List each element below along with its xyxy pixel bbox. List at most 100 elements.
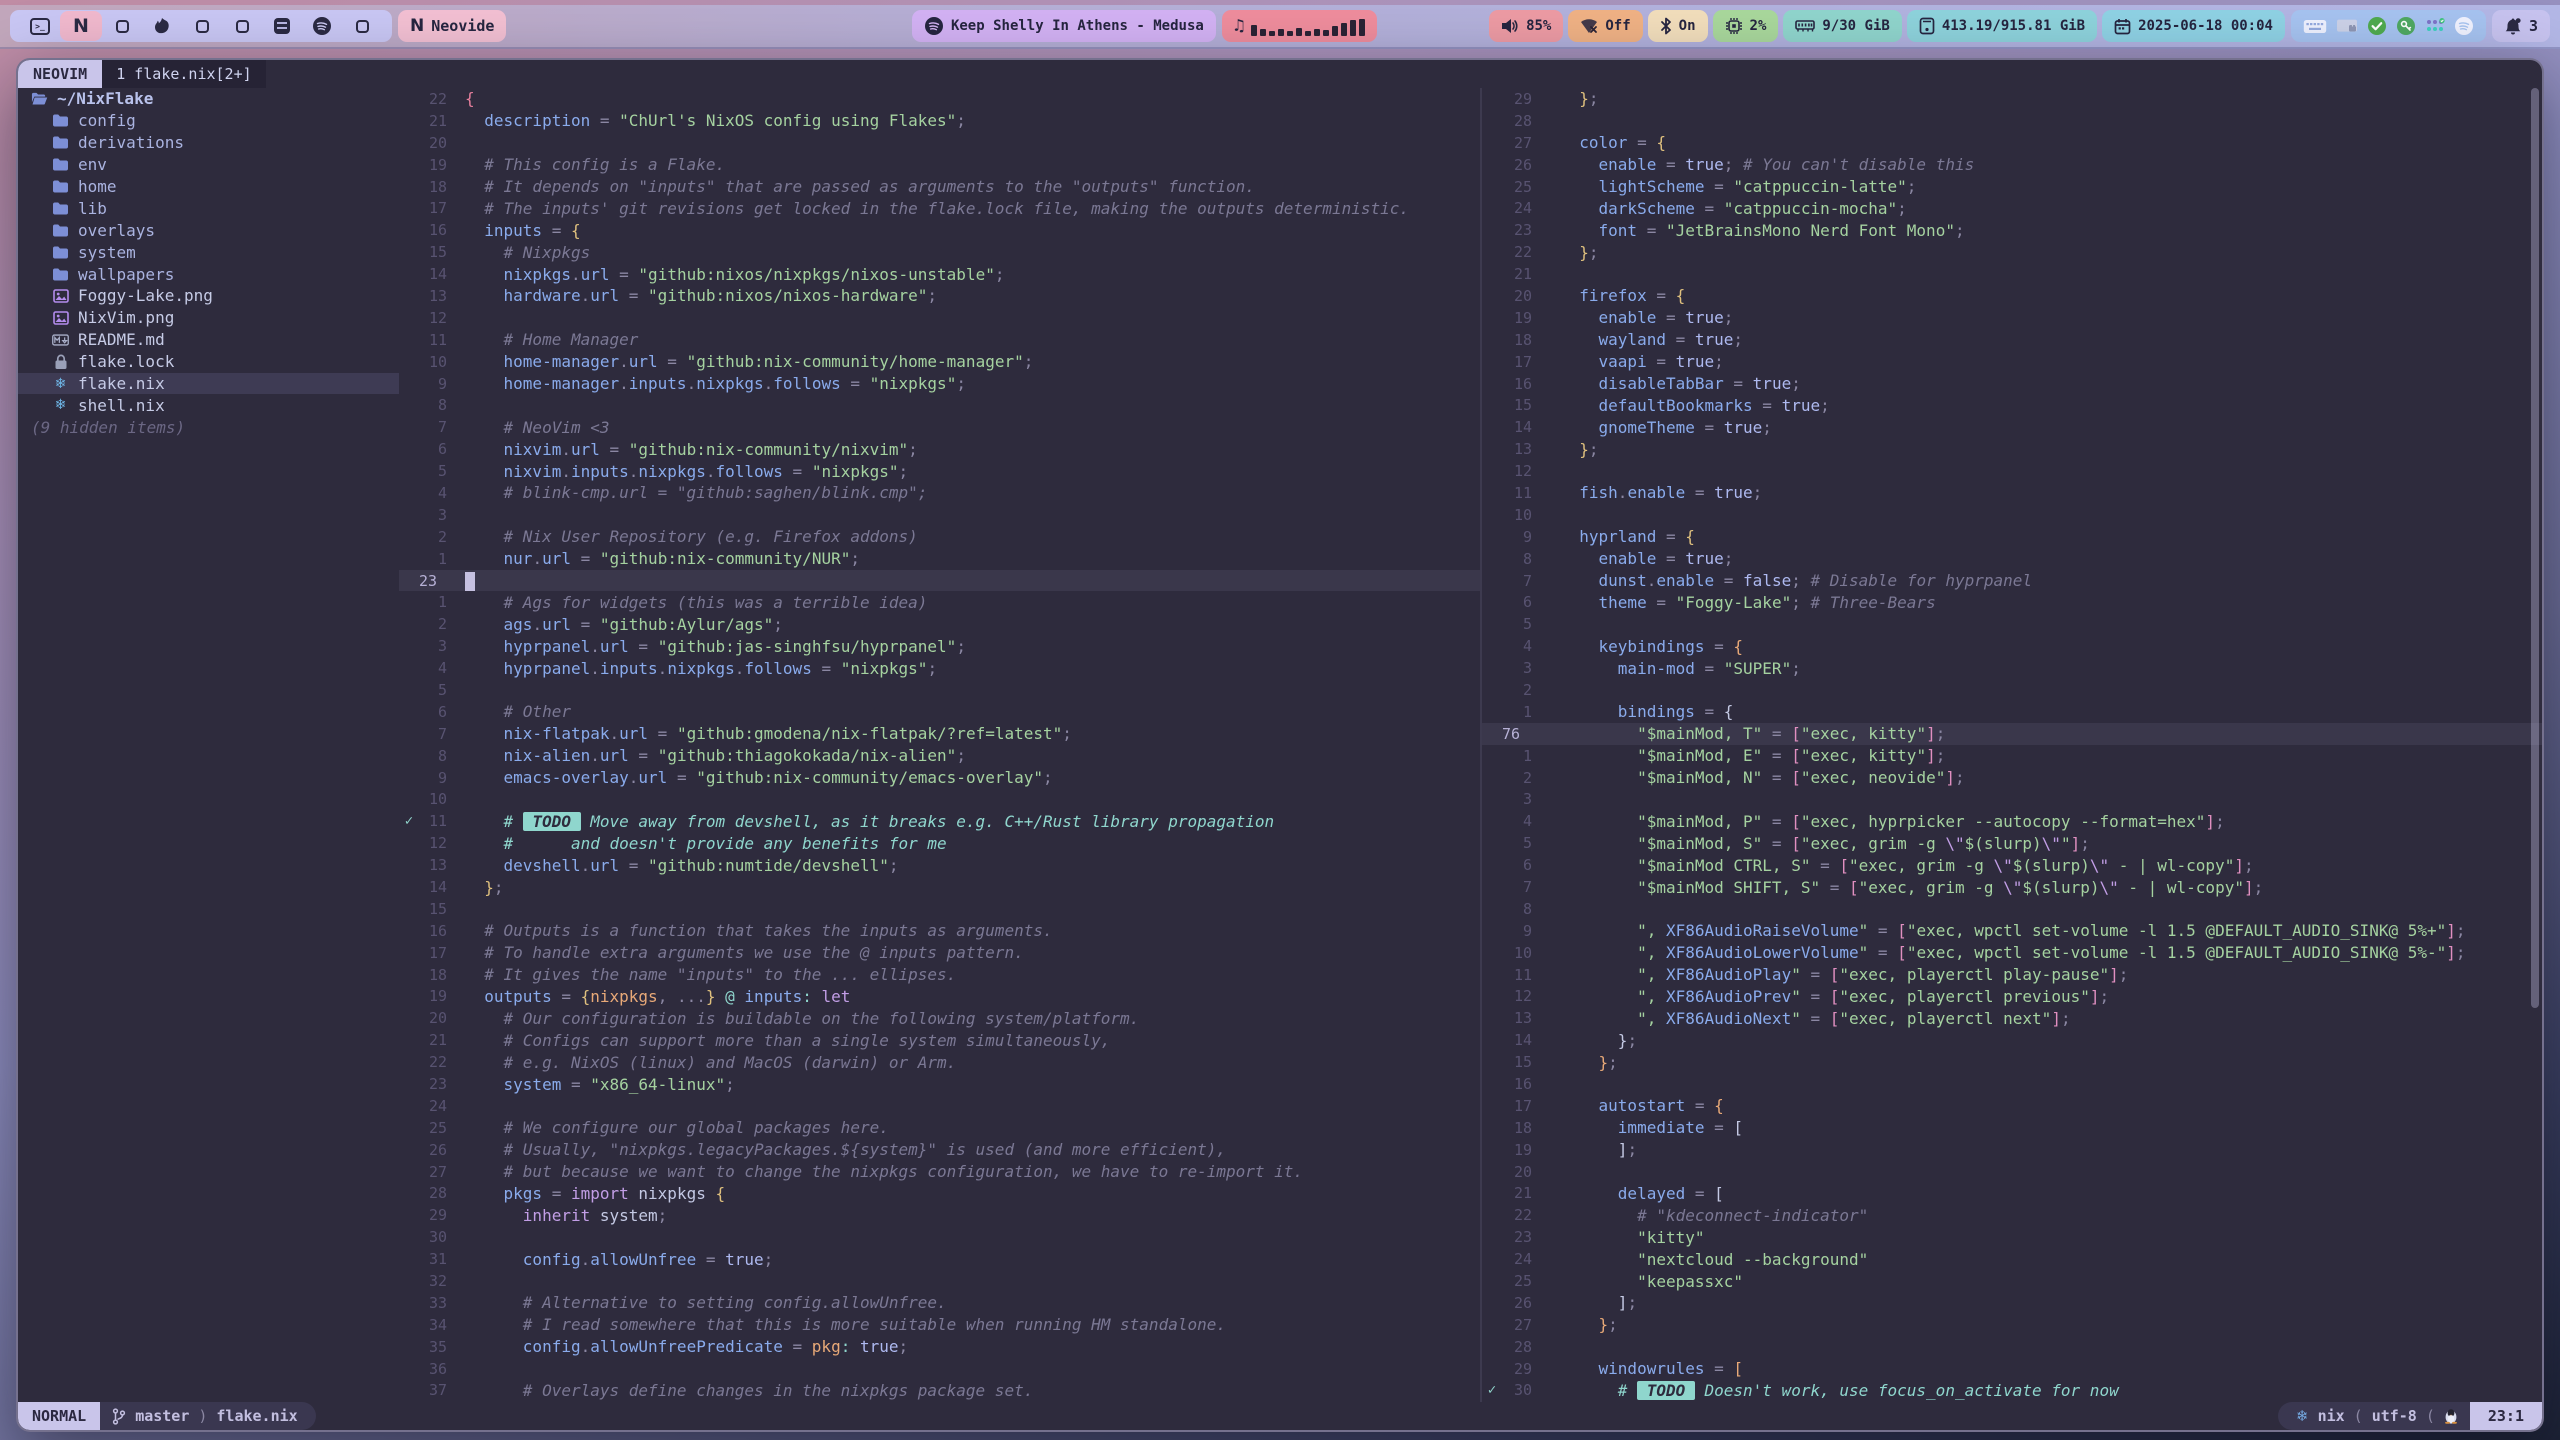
code-line[interactable]: 9 hyprland = { [1482, 526, 2544, 548]
workspace-6[interactable] [222, 10, 262, 42]
code-line[interactable]: 18 immediate = [ [1482, 1117, 2544, 1139]
code-line[interactable]: 24 "nextcloud --background" [1482, 1248, 2544, 1270]
spotify-tray-icon[interactable] [2454, 16, 2474, 36]
code-line[interactable]: 4 hyprpanel.inputs.nixpkgs.follows = "ni… [399, 657, 1480, 679]
code-line[interactable]: 30 [399, 1226, 1480, 1248]
workspace-3[interactable] [102, 10, 142, 42]
code-line[interactable]: 19 ]; [1482, 1139, 2544, 1161]
code-line[interactable]: 12 [399, 307, 1480, 329]
code-line[interactable]: 1 bindings = { [1482, 701, 2544, 723]
code-line[interactable]: 20 # Our configuration is buildable on t… [399, 1007, 1480, 1029]
code-line[interactable]: 16 [1482, 1073, 2544, 1095]
tree-item-shell-nix[interactable]: ❄shell.nix [18, 394, 399, 416]
code-line[interactable]: 2 [1482, 679, 2544, 701]
code-line[interactable]: 4 # blink-cmp.url = "github:saghen/blink… [399, 482, 1480, 504]
code-line[interactable]: 15 # Nixpkgs [399, 241, 1480, 263]
code-line[interactable]: 29 inherit system; [399, 1204, 1480, 1226]
code-line[interactable]: 11 # Home Manager [399, 329, 1480, 351]
code-line[interactable]: 23 [399, 570, 1480, 592]
code-line[interactable]: 7 dunst.enable = false; # Disable for hy… [1482, 570, 2544, 592]
notifications-widget[interactable]: 3 [2492, 10, 2550, 42]
code-line[interactable]: 29 }; [1482, 88, 2544, 110]
code-line[interactable]: 14 }; [399, 876, 1480, 898]
code-line[interactable]: 18 wayland = true; [1482, 329, 2544, 351]
code-line[interactable]: 27 }; [1482, 1314, 2544, 1336]
tree-item-system[interactable]: system [18, 241, 399, 263]
code-line[interactable]: 3 [1482, 789, 2544, 811]
code-line[interactable]: 5 [399, 679, 1480, 701]
tree-item-readme-md[interactable]: README.md [18, 329, 399, 351]
code-line[interactable]: 20 firefox = { [1482, 285, 2544, 307]
tree-item-derivations[interactable]: derivations [18, 132, 399, 154]
code-line[interactable]: 26 enable = true; # You can't disable th… [1482, 154, 2544, 176]
disk-widget[interactable]: 413.19/915.81 GiB [1907, 10, 2097, 42]
tree-item-foggy-lake-png[interactable]: Foggy-Lake.png [18, 285, 399, 307]
code-line[interactable]: 15 }; [1482, 1051, 2544, 1073]
code-line[interactable]: 34 # I read somewhere that this is more … [399, 1314, 1480, 1336]
code-line[interactable]: 3 hyprpanel.url = "github:jas-singhfsu/h… [399, 635, 1480, 657]
code-line[interactable]: 6 "$mainMod CTRL, S" = ["exec, grim -g \… [1482, 854, 2544, 876]
code-line[interactable]: 2 # Nix User Repository (e.g. Firefox ad… [399, 526, 1480, 548]
code-line[interactable]: 5 nixvim.inputs.nixpkgs.follows = "nixpk… [399, 460, 1480, 482]
code-line[interactable]: 8 [1482, 898, 2544, 920]
code-line[interactable]: 3 main-mod = "SUPER"; [1482, 657, 2544, 679]
code-line[interactable]: 6 theme = "Foggy-Lake"; # Three-Bears [1482, 591, 2544, 613]
code-line[interactable]: 22 # e.g. NixOS (linux) and MacOS (darwi… [399, 1051, 1480, 1073]
tree-item-overlays[interactable]: overlays [18, 219, 399, 241]
editor-pane-left[interactable]: 22{21 description = "ChUrl's NixOS confi… [399, 88, 1480, 1402]
tree-item-flake-lock[interactable]: flake.lock [18, 351, 399, 373]
code-line[interactable]: 21 [1482, 263, 2544, 285]
code-line[interactable]: 10 ", XF86AudioLowerVolume" = ["exec, wp… [1482, 942, 2544, 964]
code-line[interactable]: 28 [1482, 110, 2544, 132]
workspace-1[interactable]: >_ [20, 10, 60, 42]
code-line[interactable]: 12 # and doesn't provide any benefits fo… [399, 832, 1480, 854]
code-line[interactable]: 21 # Configs can support more than a sin… [399, 1029, 1480, 1051]
code-line[interactable]: 8 nix-alien.url = "github:thiagokokada/n… [399, 745, 1480, 767]
code-line[interactable]: 8 enable = true; [1482, 548, 2544, 570]
screenshare-icon[interactable] [2336, 18, 2358, 35]
code-line[interactable]: 19 outputs = {nixpkgs, ...} @ inputs: le… [399, 986, 1480, 1008]
code-line[interactable]: 2 "$mainMod, N" = ["exec, neovide"]; [1482, 767, 2544, 789]
code-line[interactable]: 36 [399, 1358, 1480, 1380]
clock-widget[interactable]: 2025-06-18 00:04 [2102, 10, 2285, 42]
code-line[interactable]: 37 # Overlays define changes in the nixp… [399, 1380, 1480, 1402]
code-line[interactable]: ✓30 # TODO Doesn't work, use focus_on_ac… [1482, 1380, 2544, 1402]
code-line[interactable]: 17 autostart = { [1482, 1095, 2544, 1117]
code-line[interactable]: 9 home-manager.inputs.nixpkgs.follows = … [399, 373, 1480, 395]
code-line[interactable]: 1 "$mainMod, E" = ["exec, kitty"]; [1482, 745, 2544, 767]
code-line[interactable]: 19 # This config is a Flake. [399, 154, 1480, 176]
scrollbar[interactable] [2531, 88, 2539, 1008]
code-line[interactable]: 10 [1482, 504, 2544, 526]
code-line[interactable]: 26 # Usually, "nixpkgs.legacyPackages.${… [399, 1139, 1480, 1161]
workspace-8[interactable] [302, 10, 342, 42]
code-line[interactable]: 25 # We configure our global packages he… [399, 1117, 1480, 1139]
tree-item-flake-nix[interactable]: ❄flake.nix [18, 373, 399, 395]
code-line[interactable]: 17 vaapi = true; [1482, 351, 2544, 373]
keyboard-icon[interactable] [2303, 18, 2327, 35]
code-line[interactable]: 24 darkScheme = "catppuccin-mocha"; [1482, 197, 2544, 219]
code-line[interactable]: 32 [399, 1270, 1480, 1292]
code-line[interactable]: 28 pkgs = import nixpkgs { [399, 1183, 1480, 1205]
code-line[interactable]: 3 [399, 504, 1480, 526]
code-line[interactable]: 7 nix-flatpak.url = "github:gmodena/nix-… [399, 723, 1480, 745]
code-line[interactable]: 23 font = "JetBrainsMono Nerd Font Mono"… [1482, 219, 2544, 241]
code-line[interactable]: 24 [399, 1095, 1480, 1117]
code-line[interactable]: 8 [399, 394, 1480, 416]
code-line[interactable]: 10 [399, 789, 1480, 811]
code-line[interactable]: 6 # Other [399, 701, 1480, 723]
code-line[interactable]: 6 nixvim.url = "github:nix-community/nix… [399, 438, 1480, 460]
tab-neovim[interactable]: NEOVIM [18, 60, 102, 88]
code-line[interactable]: 19 enable = true; [1482, 307, 2544, 329]
code-line[interactable]: 11 ", XF86AudioPlay" = ["exec, playerctl… [1482, 964, 2544, 986]
key-icon[interactable] [2396, 16, 2416, 36]
code-line[interactable]: 7 "$mainMod SHIFT, S" = ["exec, grim -g … [1482, 876, 2544, 898]
code-line[interactable]: 20 [399, 132, 1480, 154]
code-line[interactable]: 27 color = { [1482, 132, 2544, 154]
code-line[interactable]: 25 "keepassxc" [1482, 1270, 2544, 1292]
code-line[interactable]: 12 ", XF86AudioPrev" = ["exec, playerctl… [1482, 986, 2544, 1008]
code-line[interactable]: 9 ", XF86AudioRaiseVolume" = ["exec, wpc… [1482, 920, 2544, 942]
code-line[interactable]: 1 nur.url = "github:nix-community/NUR"; [399, 548, 1480, 570]
code-line[interactable]: 33 # Alternative to setting config.allow… [399, 1292, 1480, 1314]
code-line[interactable]: 5 [1482, 613, 2544, 635]
tree-item-config[interactable]: config [18, 110, 399, 132]
